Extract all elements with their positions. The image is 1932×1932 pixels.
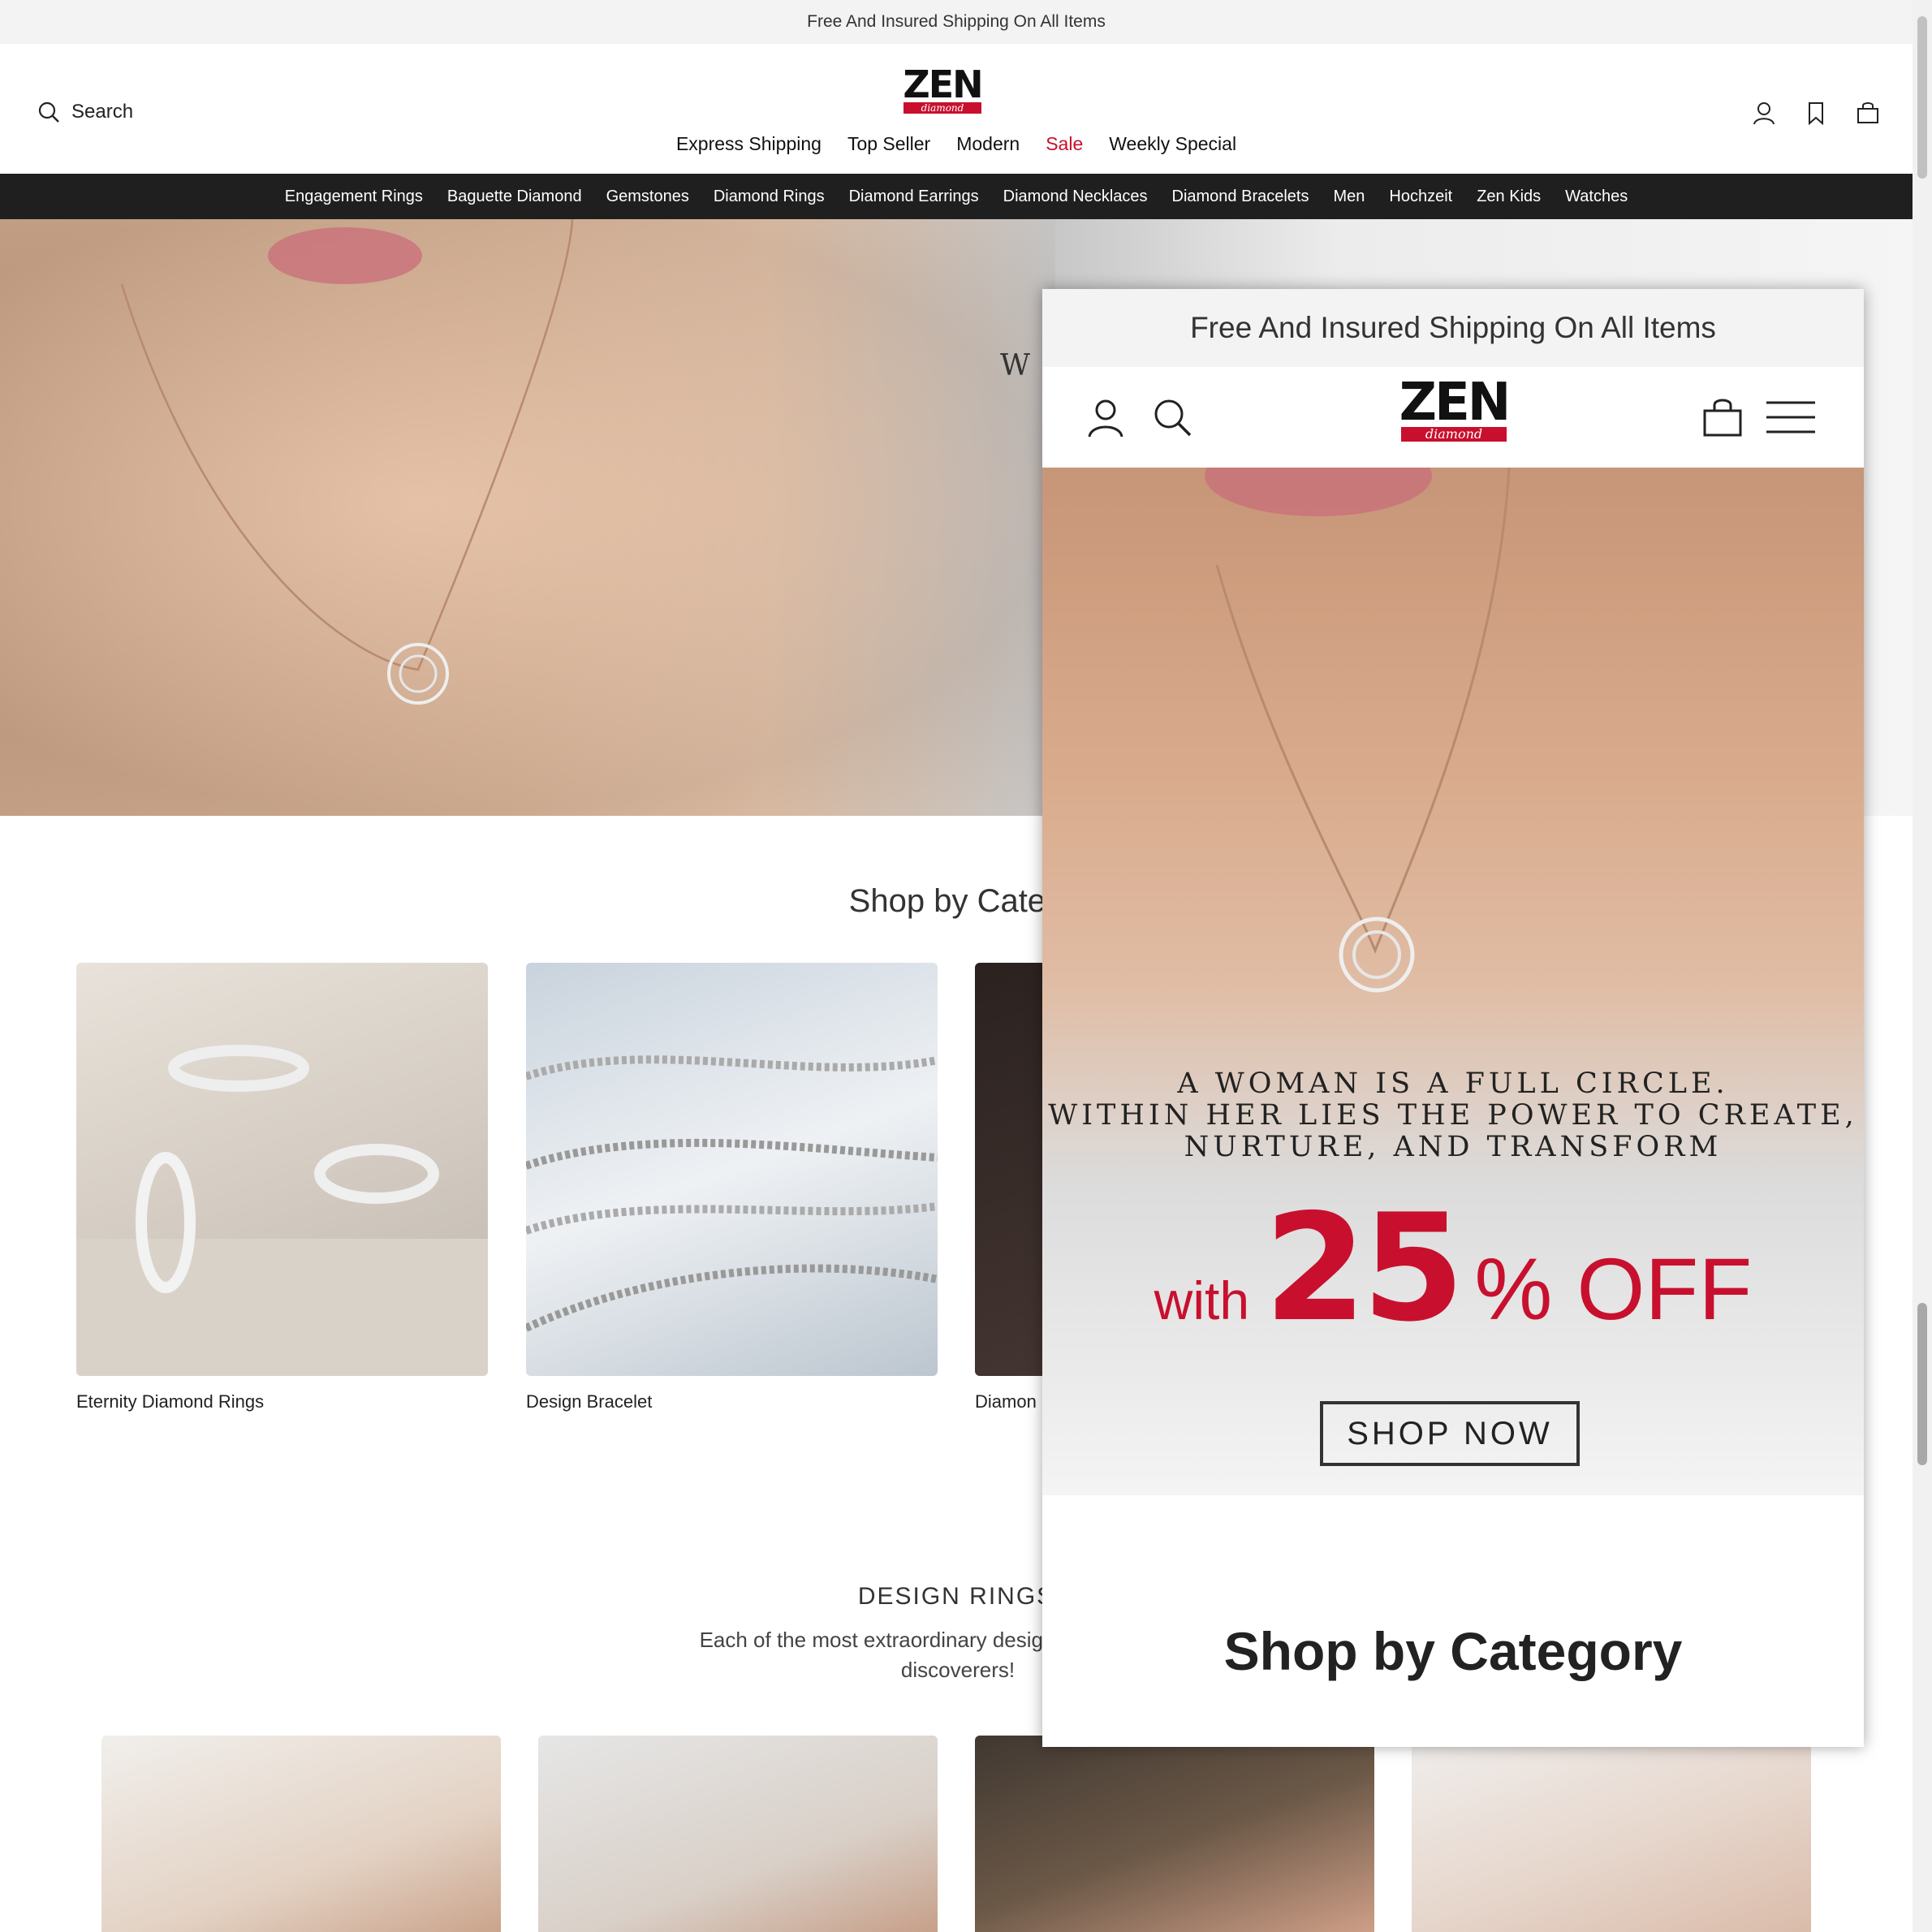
nav-weekly-special[interactable]: Weekly Special bbox=[1109, 133, 1236, 155]
mobile-hero-quote: A WOMAN IS A FULL CIRCLE. WITHIN HER LIE… bbox=[1048, 1067, 1858, 1163]
rings-graphic bbox=[76, 1045, 488, 1376]
cart-icon[interactable] bbox=[1856, 101, 1880, 125]
cat-diamond-necklaces[interactable]: Diamond Necklaces bbox=[1003, 188, 1148, 206]
mobile-shop-by-category-title: Shop by Category bbox=[1223, 1621, 1683, 1681]
account-icon[interactable] bbox=[1752, 101, 1776, 125]
mobile-search-icon[interactable] bbox=[1151, 396, 1193, 438]
category-label-diamond[interactable]: Diamon bbox=[975, 1391, 1037, 1412]
nav-sale[interactable]: Sale bbox=[1046, 133, 1083, 155]
cat-engagement-rings[interactable]: Engagement Rings bbox=[285, 188, 423, 206]
nav-modern[interactable]: Modern bbox=[956, 133, 1020, 155]
category-card-design-bracelet[interactable] bbox=[526, 963, 938, 1376]
nav-express-shipping[interactable]: Express Shipping bbox=[676, 133, 822, 155]
scrollbar[interactable] bbox=[1913, 0, 1932, 1932]
cat-diamond-rings[interactable]: Diamond Rings bbox=[714, 188, 825, 206]
top-nav: Express Shipping Top Seller Modern Sale … bbox=[0, 133, 1913, 155]
product-card[interactable] bbox=[1412, 1736, 1811, 1932]
menu-icon[interactable] bbox=[1765, 396, 1817, 438]
bracelet-graphic bbox=[526, 1055, 938, 1332]
mobile-necklace-graphic bbox=[1215, 468, 1511, 993]
hero-partial-text: W bbox=[1000, 349, 1031, 382]
necklace-graphic bbox=[120, 219, 574, 705]
product-card[interactable] bbox=[975, 1736, 1374, 1932]
cat-baguette-diamond[interactable]: Baguette Diamond bbox=[447, 188, 582, 206]
mobile-cart-icon[interactable] bbox=[1701, 396, 1744, 438]
cat-men[interactable]: Men bbox=[1333, 188, 1365, 206]
announcement-text: Free And Insured Shipping On All Items bbox=[807, 12, 1106, 31]
site-header: Search ZEN diamond Express Shipping Top … bbox=[0, 44, 1913, 174]
mobile-account-icon[interactable] bbox=[1085, 396, 1127, 438]
header-icons bbox=[1752, 101, 1880, 126]
cat-watches[interactable]: Watches bbox=[1565, 188, 1628, 206]
category-label-design-bracelet[interactable]: Design Bracelet bbox=[526, 1391, 652, 1412]
cat-diamond-earrings[interactable]: Diamond Earrings bbox=[849, 188, 979, 206]
shop-now-button[interactable]: SHOP NOW bbox=[1320, 1401, 1580, 1466]
cat-diamond-bracelets[interactable]: Diamond Bracelets bbox=[1172, 188, 1309, 206]
product-card[interactable] bbox=[538, 1736, 938, 1932]
mobile-preview: Free And Insured Shipping On All Items Z… bbox=[1042, 289, 1864, 1747]
wishlist-icon[interactable] bbox=[1804, 101, 1828, 126]
cat-zen-kids[interactable]: Zen Kids bbox=[1477, 188, 1541, 206]
search-icon bbox=[38, 101, 59, 123]
search-button[interactable]: Search bbox=[37, 101, 133, 123]
cat-gemstones[interactable]: Gemstones bbox=[606, 188, 689, 206]
mobile-logo[interactable]: ZEN diamond bbox=[1398, 377, 1511, 445]
search-label: Search bbox=[71, 101, 134, 123]
mobile-announcement-text: Free And Insured Shipping On All Items bbox=[1190, 311, 1716, 344]
site-logo[interactable]: ZEN diamond bbox=[901, 66, 984, 114]
announcement-bar: Free And Insured Shipping On All Items bbox=[0, 0, 1913, 44]
category-label-eternity[interactable]: Eternity Diamond Rings bbox=[76, 1391, 264, 1412]
nav-top-seller[interactable]: Top Seller bbox=[847, 133, 930, 155]
mobile-offer: with 25 % OFF bbox=[1154, 1182, 1753, 1354]
scrollbar-thumb[interactable] bbox=[1917, 1303, 1927, 1465]
cat-hochzeit[interactable]: Hochzeit bbox=[1389, 188, 1452, 206]
category-card-eternity[interactable] bbox=[76, 963, 488, 1376]
mobile-announcement-bar: Free And Insured Shipping On All Items bbox=[1042, 289, 1864, 367]
category-nav: Engagement Rings Baguette Diamond Gemsto… bbox=[0, 174, 1913, 219]
mobile-header: ZEN diamond bbox=[1042, 367, 1864, 468]
product-card[interactable] bbox=[101, 1736, 501, 1932]
scrollbar-thumb-top[interactable] bbox=[1917, 16, 1927, 179]
mobile-hero-banner[interactable]: A WOMAN IS A FULL CIRCLE. WITHIN HER LIE… bbox=[1042, 468, 1864, 1495]
